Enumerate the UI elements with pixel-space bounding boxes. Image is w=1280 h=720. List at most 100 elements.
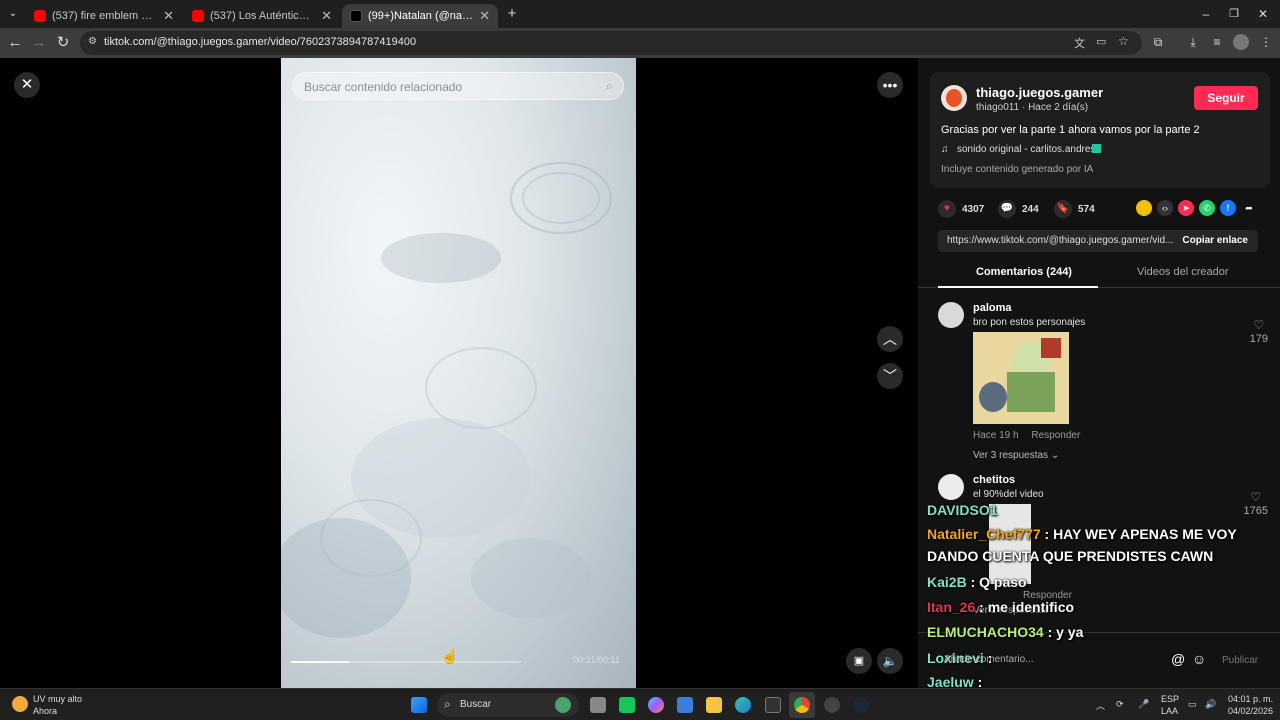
- sound-link[interactable]: sonido original - carlitos.andres: [957, 144, 1095, 155]
- weather-icon[interactable]: [12, 696, 28, 712]
- related-search-input[interactable]: Buscar contenido relacionado ⌕: [292, 72, 624, 100]
- download-icon[interactable]: ⤓: [1185, 34, 1201, 50]
- chat-username: Natalier_Chef777: [927, 526, 1041, 542]
- taskbar-search[interactable]: ⌕ Buscar: [437, 693, 579, 717]
- translate-icon[interactable]: 文: [1074, 35, 1085, 51]
- address-bar[interactable]: ⚙ tiktok.com/@thiago.juegos.gamer/video/…: [80, 31, 1142, 55]
- volume-button[interactable]: 🔈: [877, 648, 903, 674]
- site-info-icon[interactable]: ⚙: [88, 36, 97, 47]
- forward-button[interactable]: →: [30, 34, 48, 52]
- game-app-icon[interactable]: [824, 697, 840, 713]
- commenter-name[interactable]: paloma: [973, 302, 1263, 314]
- tiktok-icon: [350, 10, 362, 22]
- tray-mic-icon[interactable]: 🎤: [1138, 699, 1149, 710]
- details-panel: thiago.juegos.gamer thiago011 · Hace 2 d…: [918, 58, 1280, 688]
- close-tab-icon[interactable]: ✕: [321, 8, 332, 24]
- close-window-button[interactable]: ✕: [1254, 5, 1272, 23]
- terminal-icon[interactable]: [765, 697, 781, 713]
- comment-like[interactable]: ♡ 1765: [1244, 490, 1268, 517]
- save-stat[interactable]: 🔖 574: [1054, 200, 1095, 218]
- commenter-avatar[interactable]: [938, 302, 964, 328]
- network-icon[interactable]: ▭: [1188, 699, 1197, 710]
- start-icon[interactable]: [411, 697, 427, 713]
- green-app-icon[interactable]: [619, 697, 635, 713]
- tray-chevron-icon[interactable]: ︿: [1096, 699, 1105, 712]
- creator-username[interactable]: thiago.juegos.gamer: [976, 85, 1103, 100]
- follow-button[interactable]: Seguir: [1194, 86, 1258, 110]
- tab-title: (99+)Natalan (@natalanx) | TikTok: [368, 10, 473, 22]
- like-stat[interactable]: ♥ 4307: [938, 200, 984, 218]
- creator-handle-time: thiago011 · Hace 2 día(s): [976, 102, 1089, 113]
- ai-content-notice: Incluye contenido generado por IA: [941, 164, 1094, 175]
- pip-button[interactable]: ▣: [846, 648, 872, 674]
- maximize-button[interactable]: ❐: [1225, 5, 1243, 23]
- chrome-icon-active[interactable]: [789, 692, 815, 718]
- extensions-icon[interactable]: ⧉: [1150, 34, 1166, 50]
- facebook-icon[interactable]: f: [1220, 200, 1236, 216]
- chat-message: ELMUCHACHO34 : y ya: [927, 624, 1083, 640]
- mention-icon[interactable]: @: [1171, 651, 1185, 667]
- reload-button[interactable]: ↻: [54, 34, 72, 52]
- reading-list-icon[interactable]: ≡: [1209, 34, 1225, 50]
- emoji-icon[interactable]: ☺: [1192, 651, 1206, 667]
- video-frame-texture: [281, 162, 612, 638]
- minimize-button[interactable]: –: [1197, 5, 1215, 23]
- copy-link-button[interactable]: Copiar enlace: [1182, 235, 1248, 246]
- close-video-button[interactable]: ✕: [14, 72, 40, 98]
- toolbar: ← → ↻ ⚙ tiktok.com/@thiago.juegos.gamer/…: [0, 28, 1280, 58]
- previous-video-button[interactable]: ︿: [877, 326, 903, 352]
- file-explorer-icon[interactable]: [706, 697, 722, 713]
- volume-icon[interactable]: 🔊: [1205, 699, 1216, 710]
- tab-strip: ⌄ (537) fire emblem 3ds - YouTube ✕ (537…: [0, 0, 1280, 28]
- share-arrow-icon[interactable]: ➦: [1241, 200, 1257, 216]
- globe-icon: [555, 697, 571, 713]
- store-icon[interactable]: [677, 697, 693, 713]
- comment-image[interactable]: [973, 332, 1069, 424]
- comment-like[interactable]: ♡ 179: [1250, 318, 1268, 345]
- comment-stat[interactable]: 💬 244: [998, 200, 1039, 218]
- reply-button[interactable]: Responder: [1031, 430, 1080, 441]
- weather-sub: Ahora: [33, 706, 58, 716]
- coin-icon[interactable]: [1136, 200, 1152, 216]
- search-icon[interactable]: ⌕: [606, 78, 613, 94]
- chat-username: Itan_26: [927, 599, 976, 615]
- view-replies-button[interactable]: Ver 3 respuestas: [973, 450, 1048, 461]
- creator-avatar[interactable]: [941, 85, 967, 111]
- tab-tiktok[interactable]: (99+)Natalan (@natalanx) | TikTok ✕: [342, 4, 498, 28]
- cast-icon[interactable]: ▭: [1096, 35, 1106, 48]
- progress-track[interactable]: [291, 661, 521, 663]
- send-icon[interactable]: ➤: [1178, 200, 1194, 216]
- new-tab-button[interactable]: +: [503, 5, 521, 23]
- tab-comments[interactable]: Comentarios (244): [976, 266, 1072, 278]
- tab-creator-videos[interactable]: Videos del creador: [1137, 266, 1229, 278]
- back-button[interactable]: ←: [6, 34, 24, 52]
- tab-list-button[interactable]: ⌄: [4, 5, 22, 23]
- language-indicator[interactable]: ESP: [1161, 694, 1179, 704]
- publish-button[interactable]: Publicar: [1222, 655, 1258, 666]
- profile-avatar[interactable]: [1233, 34, 1249, 50]
- close-tab-icon[interactable]: ✕: [479, 8, 490, 24]
- tray-sync-icon[interactable]: ⟳: [1116, 699, 1124, 710]
- bookmark-star-icon[interactable]: ☆: [1118, 34, 1129, 48]
- close-tab-icon[interactable]: ✕: [163, 8, 174, 24]
- next-video-button[interactable]: ﹀: [877, 363, 903, 389]
- commenter-name[interactable]: chetitos: [973, 474, 1263, 486]
- more-options-button[interactable]: •••: [877, 72, 903, 98]
- clock-time[interactable]: 04:01 p. m.: [1228, 694, 1273, 704]
- task-view-icon[interactable]: [590, 697, 606, 713]
- embed-icon[interactable]: ‹›: [1157, 200, 1173, 216]
- video-player[interactable]: Buscar contenido relacionado ⌕ 00:21/00:…: [281, 58, 636, 688]
- share-link-text[interactable]: https://www.tiktok.com/@thiago.juegos.ga…: [947, 235, 1173, 246]
- commenter-avatar[interactable]: [938, 474, 964, 500]
- tab-youtube-2[interactable]: (537) Los Auténticos Decadentes ✕: [184, 4, 340, 28]
- whatsapp-icon[interactable]: ✆: [1199, 200, 1215, 216]
- tab-youtube-1[interactable]: (537) fire emblem 3ds - YouTube ✕: [26, 4, 182, 28]
- weather-title[interactable]: UV muy alto: [33, 694, 82, 704]
- edge-icon[interactable]: [735, 697, 751, 713]
- menu-icon[interactable]: ⋮: [1258, 34, 1274, 50]
- copilot-icon[interactable]: [648, 697, 664, 713]
- comment-like-count: 179: [1249, 333, 1268, 345]
- steam-icon[interactable]: [853, 697, 869, 713]
- comment-input[interactable]: Añade comentario... @ ☺: [930, 650, 1218, 672]
- chat-text: : me identifico: [975, 599, 1075, 615]
